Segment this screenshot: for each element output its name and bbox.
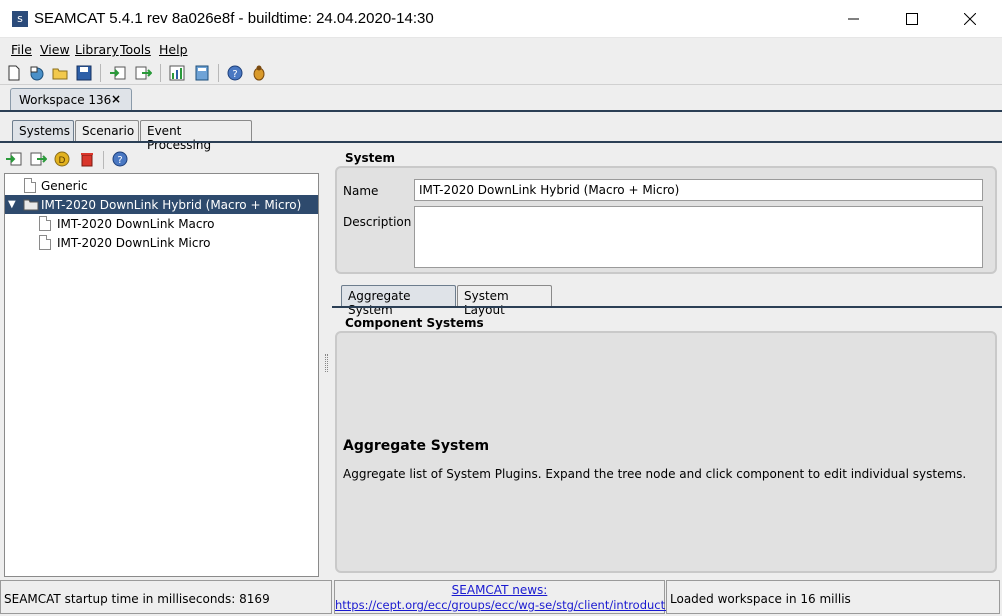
status-startup-text: SEAMCAT startup time in milliseconds: 81… — [4, 592, 270, 606]
news-url-link[interactable]: https://cept.org/ecc/groups/ecc/wg-se/st… — [335, 598, 687, 612]
tab-scenario[interactable]: Scenario — [75, 120, 139, 142]
document-icon — [39, 235, 51, 250]
save-icon[interactable] — [75, 64, 93, 82]
tab-system-layout[interactable]: System Layout — [457, 285, 552, 317]
bug-report-icon[interactable] — [250, 64, 268, 82]
minimize-button[interactable] — [831, 0, 877, 38]
open-folder-icon[interactable] — [51, 64, 69, 82]
tree-item-imt-macro[interactable]: IMT-2020 DownLink Macro — [5, 214, 318, 233]
tree-item-imt-micro[interactable]: IMT-2020 DownLink Micro — [5, 233, 318, 252]
new-file-icon[interactable] — [5, 64, 23, 82]
export-icon[interactable] — [134, 64, 152, 82]
svg-text:D: D — [59, 156, 66, 166]
name-field[interactable]: IMT-2020 DownLink Hybrid (Macro + Micro) — [414, 179, 983, 201]
menu-view[interactable]: View — [40, 42, 70, 57]
description-label: Description — [343, 215, 412, 229]
import-icon[interactable] — [109, 64, 127, 82]
calculator-icon[interactable] — [193, 64, 211, 82]
tab-aggregate-system[interactable]: Aggregate System — [341, 285, 456, 317]
maximize-icon — [906, 13, 918, 25]
tab-system-layout-label: System Layout — [464, 289, 509, 317]
subtabs-rule — [332, 306, 1002, 308]
app-icon: s — [12, 11, 28, 27]
help-icon[interactable]: ? — [111, 150, 129, 168]
help-icon[interactable]: ? — [226, 64, 244, 82]
status-loaded: Loaded workspace in 16 millis — [666, 580, 1000, 614]
aggregate-description: Aggregate list of System Plugins. Expand… — [343, 467, 967, 481]
aggregate-heading: Aggregate System — [343, 438, 490, 454]
menu-tools[interactable]: Tools — [120, 42, 151, 57]
workspace-tab-rule — [0, 110, 1002, 112]
minimize-icon — [848, 18, 859, 20]
title-bar: s SEAMCAT 5.4.1 rev 8a026e8f - buildtime… — [0, 0, 1002, 38]
menu-help-label: Help — [159, 42, 188, 57]
svg-text:?: ? — [117, 155, 122, 166]
maximize-button[interactable] — [889, 0, 935, 38]
status-startup: SEAMCAT startup time in milliseconds: 81… — [0, 580, 332, 614]
tab-workspace-label: Workspace 136 — [19, 93, 112, 107]
document-icon — [24, 178, 36, 193]
delete-system-icon[interactable] — [78, 150, 96, 168]
tree-item-label: IMT-2020 DownLink Micro — [57, 236, 211, 250]
tab-systems[interactable]: Systems — [12, 120, 74, 142]
close-tab-icon[interactable]: × — [111, 92, 121, 106]
systems-toolbar: D ? — [0, 148, 322, 172]
menu-tools-label: Tools — [120, 42, 151, 57]
systems-tree[interactable]: Generic ▼ IMT-2020 DownLink Hybrid (Macr… — [4, 173, 319, 577]
toolbar-separator — [218, 64, 219, 82]
tree-item-imt-hybrid[interactable]: ▼ IMT-2020 DownLink Hybrid (Macro + Micr… — [5, 195, 318, 214]
tab-event-processing[interactable]: Event Processing — [140, 120, 252, 152]
main-toolbar: ? — [0, 61, 1002, 85]
menu-help[interactable]: Help — [159, 42, 188, 57]
panel-splitter[interactable] — [322, 148, 332, 578]
toolbar-separator — [100, 64, 101, 82]
news-label-link[interactable]: SEAMCAT news: — [335, 583, 664, 597]
tab-aggregate-system-label: Aggregate System — [348, 289, 411, 317]
open-folder-icon — [23, 199, 39, 211]
chart-icon[interactable] — [168, 64, 186, 82]
export-system-icon[interactable] — [29, 150, 47, 168]
svg-text:?: ? — [232, 69, 237, 80]
tab-workspace[interactable]: Workspace 136 × — [10, 88, 132, 112]
tab-systems-label: Systems — [19, 124, 70, 138]
toolbar-separator — [103, 151, 104, 169]
name-label: Name — [343, 184, 379, 198]
toolbar-separator — [160, 64, 161, 82]
menu-library[interactable]: Library — [75, 42, 119, 57]
tab-scenario-label: Scenario — [82, 124, 135, 138]
tree-item-label: IMT-2020 DownLink Macro — [57, 217, 215, 231]
status-news: SEAMCAT news: https://cept.org/ecc/group… — [334, 580, 687, 614]
menu-file[interactable]: File — [11, 42, 32, 57]
tree-item-label: IMT-2020 DownLink Hybrid (Macro + Micro) — [41, 198, 302, 212]
duplicate-system-icon[interactable]: D — [53, 150, 71, 168]
document-icon — [39, 216, 51, 231]
close-icon — [964, 13, 976, 25]
splitter-grip[interactable] — [325, 354, 328, 372]
menu-file-label: File — [11, 42, 32, 57]
menu-bar: File View Library Tools Help — [0, 39, 1002, 61]
expand-toggle-icon[interactable]: ▼ — [8, 199, 16, 210]
import-system-icon[interactable] — [5, 150, 23, 168]
new-workspace-icon[interactable] — [28, 64, 46, 82]
system-section-title: System — [345, 151, 395, 165]
tabs-rule — [0, 141, 1002, 143]
status-loaded-text: Loaded workspace in 16 millis — [670, 592, 851, 606]
close-button[interactable] — [947, 0, 993, 38]
tree-item-label: Generic — [41, 179, 88, 193]
status-bar: SEAMCAT startup time in milliseconds: 81… — [0, 578, 1002, 616]
window-title: SEAMCAT 5.4.1 rev 8a026e8f - buildtime: … — [34, 10, 434, 27]
description-field[interactable] — [414, 206, 983, 268]
menu-library-label: Library — [75, 42, 119, 57]
component-section-title: Component Systems — [345, 316, 484, 330]
menu-view-label: View — [40, 42, 70, 57]
tree-item-generic[interactable]: Generic — [5, 176, 318, 195]
